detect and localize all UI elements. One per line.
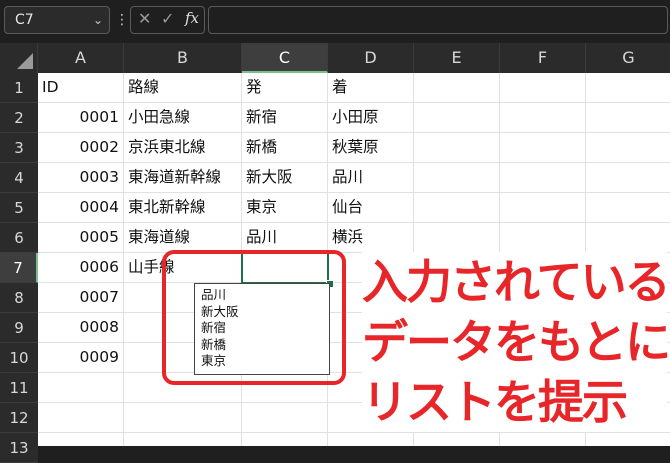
cell-d5[interactable]: 仙台 (328, 193, 414, 223)
cell-c2[interactable]: 新宿 (242, 103, 328, 133)
row-header-1[interactable]: 1 (0, 73, 38, 103)
cell-d6[interactable]: 横浜 (328, 223, 414, 253)
name-box[interactable]: C7 ⌄ (4, 6, 110, 34)
row-header-2[interactable]: 2 (0, 103, 38, 133)
cell-c5[interactable]: 東京 (242, 193, 328, 223)
cell-d2[interactable]: 小田原 (328, 103, 414, 133)
cell-c12[interactable] (242, 403, 328, 433)
cell-e2[interactable] (414, 103, 500, 133)
cancel-icon[interactable]: ✕ (138, 9, 151, 28)
cell-c6[interactable]: 品川 (242, 223, 328, 253)
cell-a13[interactable] (38, 433, 124, 446)
row-header-8[interactable]: 8 (0, 283, 38, 313)
cell-b6[interactable]: 東海道線 (124, 223, 242, 253)
column-header-b[interactable]: B (124, 43, 242, 73)
cell-f4[interactable] (500, 163, 586, 193)
formula-bar: C7 ⌄ ⋮ ✕ ✓ fx (0, 0, 670, 40)
cell-d3[interactable]: 秋葉原 (328, 133, 414, 163)
cell-g3[interactable] (586, 133, 670, 163)
cell-e3[interactable] (414, 133, 500, 163)
cell-e6[interactable] (414, 223, 500, 253)
callout-line-3: リストを提示 (362, 375, 628, 429)
cell-a9[interactable]: 0008 (38, 313, 124, 343)
cell-a10[interactable]: 0009 (38, 343, 124, 373)
cell-c1[interactable]: 発 (242, 73, 328, 103)
column-header-e[interactable]: E (414, 43, 500, 73)
cell-a6[interactable]: 0005 (38, 223, 124, 253)
cell-f2[interactable] (500, 103, 586, 133)
cell-c13[interactable] (242, 433, 328, 446)
cell-a3[interactable]: 0002 (38, 133, 124, 163)
cell-g1[interactable] (586, 73, 670, 103)
cell-a11[interactable] (38, 373, 124, 403)
cell-a12[interactable] (38, 403, 124, 433)
row-header-6[interactable]: 6 (0, 223, 38, 253)
cell-c4[interactable]: 新大阪 (242, 163, 328, 193)
cell-b5[interactable]: 東北新幹線 (124, 193, 242, 223)
row-header-7[interactable]: 7 (0, 253, 38, 283)
cell-g4[interactable] (586, 163, 670, 193)
cell-f13[interactable] (500, 433, 586, 446)
cell-g2[interactable] (586, 103, 670, 133)
column-header-g[interactable]: G (586, 43, 670, 73)
row-header-4[interactable]: 4 (0, 163, 38, 193)
name-box-value: C7 (15, 12, 34, 28)
cell-b4[interactable]: 東海道新幹線 (124, 163, 242, 193)
cell-b3[interactable]: 京浜東北線 (124, 133, 242, 163)
row-header-11[interactable]: 11 (0, 373, 38, 403)
row-header-12[interactable]: 12 (0, 403, 38, 433)
callout-line-2: データをもとに (362, 315, 670, 369)
cell-c3[interactable]: 新橋 (242, 133, 328, 163)
select-all-button[interactable] (0, 43, 38, 73)
select-all-icon (17, 53, 33, 69)
cell-g5[interactable] (586, 193, 670, 223)
cell-b1[interactable]: 路線 (124, 73, 242, 103)
cell-f3[interactable] (500, 133, 586, 163)
insert-function-icon[interactable]: fx (185, 9, 199, 27)
formula-input[interactable] (208, 6, 668, 34)
callout-highlight-box (162, 250, 346, 385)
callout-text: 入力されている データをもとに リストを提示 (362, 252, 670, 432)
cell-f6[interactable] (500, 223, 586, 253)
row-header-3[interactable]: 3 (0, 133, 38, 163)
cell-d13[interactable] (328, 433, 414, 446)
callout-line-1: 入力されている (362, 255, 670, 309)
enter-icon[interactable]: ✓ (161, 9, 174, 28)
cell-e13[interactable] (414, 433, 500, 446)
cell-a5[interactable]: 0004 (38, 193, 124, 223)
cell-a2[interactable]: 0001 (38, 103, 124, 133)
more-options-icon[interactable]: ⋮ (115, 8, 129, 32)
cell-e1[interactable] (414, 73, 500, 103)
cell-b13[interactable] (124, 433, 242, 446)
row-header-5[interactable]: 5 (0, 193, 38, 223)
cell-a7[interactable]: 0006 (38, 253, 124, 283)
row-header-10[interactable]: 10 (0, 343, 38, 373)
chevron-down-icon[interactable]: ⌄ (93, 7, 103, 33)
column-header-f[interactable]: F (500, 43, 586, 73)
cell-e5[interactable] (414, 193, 500, 223)
cell-f1[interactable] (500, 73, 586, 103)
formula-buttons: ✕ ✓ fx (130, 6, 205, 34)
cell-g6[interactable] (586, 223, 670, 253)
cell-f5[interactable] (500, 193, 586, 223)
cell-g13[interactable] (586, 433, 670, 446)
row-header-13[interactable]: 13 (0, 433, 38, 463)
cell-a4[interactable]: 0003 (38, 163, 124, 193)
row-header-9[interactable]: 9 (0, 313, 38, 343)
cell-b12[interactable] (124, 403, 242, 433)
cell-d4[interactable]: 品川 (328, 163, 414, 193)
column-header-a[interactable]: A (38, 43, 124, 73)
cell-a1[interactable]: ID (38, 73, 124, 103)
cell-d1[interactable]: 着 (328, 73, 414, 103)
cell-b2[interactable]: 小田急線 (124, 103, 242, 133)
cell-a8[interactable]: 0007 (38, 283, 124, 313)
column-headers: A B C D E F G (0, 43, 670, 73)
column-header-d[interactable]: D (328, 43, 414, 73)
cell-e4[interactable] (414, 163, 500, 193)
column-header-c[interactable]: C (242, 43, 328, 73)
